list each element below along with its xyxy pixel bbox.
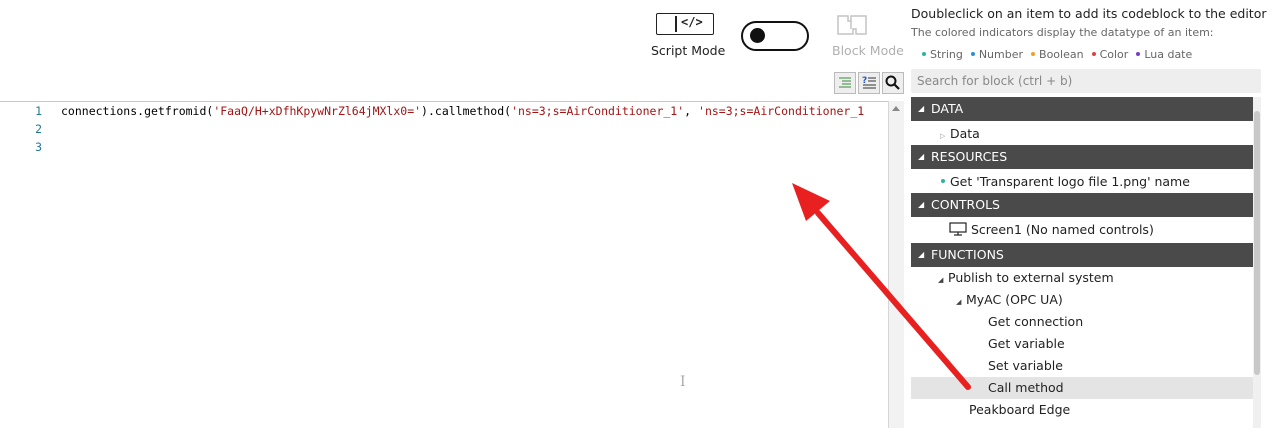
tree-item-get-variable[interactable]: Get variable [988,333,1065,355]
line-number: 3 [35,140,42,154]
number-dot-icon [970,52,975,56]
help-subtitle: The colored indicators display the datat… [911,26,1214,39]
boolean-dot-icon [1031,52,1036,56]
expanded-triangle-icon: ◢ [918,152,925,161]
mode-toggle[interactable] [741,21,809,51]
align-lines-button[interactable] [834,72,856,94]
code-line[interactable]: connections.getfromid('FaaQ/H+xDfhKpywNr… [61,104,864,118]
tree-item-set-variable[interactable]: Set variable [988,355,1063,377]
section-header-data[interactable]: ◢ DATA [911,97,1261,121]
block-mode-label[interactable]: Block Mode [832,43,904,58]
line-number: 1 [35,104,42,118]
color-dot-icon [1091,52,1096,56]
legend-number: Number [970,48,1023,61]
script-help-icon: ? [862,76,876,89]
panel-scrollbar[interactable] [1253,97,1261,428]
search-button[interactable] [882,72,904,94]
align-lines-icon [839,77,851,88]
script-mode-icon[interactable]: </> [656,13,714,35]
tree-item-get-connection[interactable]: Get connection [988,311,1083,333]
code-separator: , [684,104,699,118]
code-string-arg1: 'ns=3;s=AirConditioner_1' [511,104,685,118]
code-icon-glyph: </> [681,15,703,29]
code-string-arg2: 'ns=3;s=AirConditioner_1 [698,104,865,118]
code-string-connection-id: 'FaaQ/H+xDfhKpywNrZl64jMXlx0=' [213,104,422,118]
code-editor[interactable]: 1 2 3 connections.getfromid('FaaQ/H+xDfh… [0,101,904,429]
script-help-button[interactable]: ? [858,72,880,94]
legend-color: Color [1091,48,1128,61]
text-cursor-icon: I [680,374,686,390]
tree-item-peakboard-edge[interactable]: Peakboard Edge [969,399,1070,421]
legend-lua-date: Lua date [1136,48,1192,61]
scroll-up-arrow-icon[interactable] [892,106,900,111]
tree-item-call-method[interactable]: Call method [988,377,1064,399]
code-call-prefix: connections.getfromid( [61,104,214,118]
help-title: Doubleclick on an item to add its codebl… [911,6,1267,21]
script-mode-label[interactable]: Script Mode [651,43,725,58]
collapsed-triangle-icon: ▷ [940,132,946,140]
red-arrow-annotation-icon [792,183,971,390]
string-dot-icon [922,52,926,56]
code-call-method: ).callmethod( [421,104,512,118]
section-header-resources[interactable]: ◢ RESOURCES [911,145,1261,169]
toggle-knob [750,28,765,43]
lua-date-dot-icon [1136,52,1141,56]
panel-scrollbar-thumb[interactable] [1254,111,1260,375]
legend-string: String [922,48,963,61]
tree-item-data[interactable]: ▷ Data [940,123,980,145]
search-icon [885,75,900,90]
block-mode-icon[interactable] [836,13,868,37]
block-search-input[interactable] [911,69,1261,93]
expanded-triangle-icon: ◢ [918,104,925,113]
line-number: 2 [35,122,42,136]
divider [675,16,677,32]
datatype-legend: String Number Boolean Color Lua date [922,43,1200,62]
legend-boolean: Boolean [1031,48,1084,61]
